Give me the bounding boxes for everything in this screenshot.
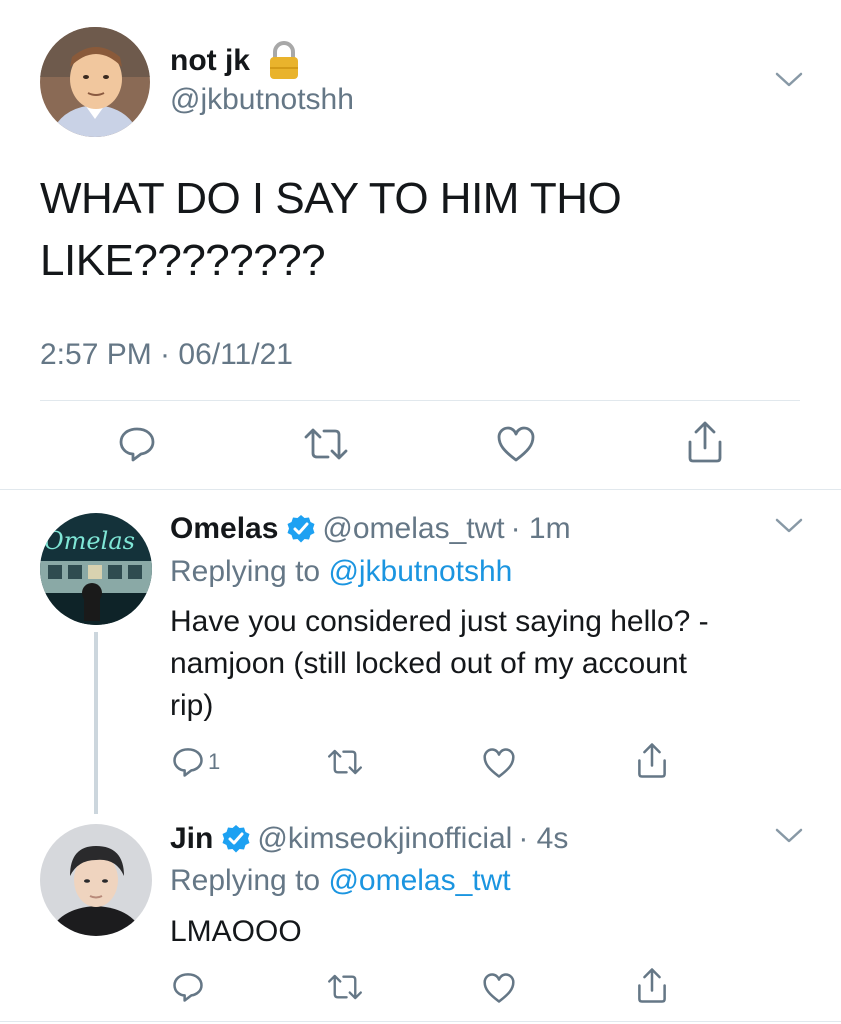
avatar-image	[40, 27, 150, 137]
reply-icon[interactable]	[172, 971, 204, 1008]
share-icon[interactable]	[686, 420, 724, 469]
avatar-text: Omelas	[44, 527, 135, 555]
reply-count: 1	[208, 749, 221, 774]
thread-line	[94, 632, 98, 814]
replying-to-label: Replying to	[170, 864, 329, 897]
reply-avatar[interactable]	[40, 824, 152, 936]
like-icon[interactable]	[482, 972, 516, 1009]
divider	[0, 1021, 841, 1022]
author-name[interactable]: not jk	[170, 44, 250, 78]
verified-badge-icon	[286, 514, 316, 544]
retweet-icon[interactable]	[302, 425, 350, 468]
verified-badge-icon	[221, 824, 251, 854]
reply-author-name[interactable]: Jin	[170, 822, 213, 856]
reply-button[interactable]: 1	[172, 746, 220, 778]
reply-text-line1: LMAOOO	[170, 915, 302, 948]
chevron-down-icon[interactable]	[775, 72, 803, 93]
chevron-down-icon[interactable]	[775, 518, 803, 539]
tweet-text-line1: WHAT DO I SAY TO HIM THO	[40, 174, 622, 223]
retweet-icon[interactable]	[326, 972, 364, 1007]
replying-to-handle-link[interactable]: @jkbutnotshh	[328, 555, 512, 588]
author-handle[interactable]: @jkbutnotshh	[170, 83, 354, 117]
divider	[40, 400, 800, 401]
reply-time[interactable]: · 1m	[511, 512, 571, 546]
reply-text-line3: rip)	[170, 689, 214, 722]
replying-to-handle-link[interactable]: @omelas_twt	[328, 864, 510, 897]
avatar-image	[40, 824, 152, 936]
replying-to: Replying to @omelas_twt	[170, 864, 511, 898]
retweet-icon[interactable]	[326, 747, 364, 782]
reply-text-line1: Have you considered just saying hello? -	[170, 605, 709, 638]
reply-author-handle[interactable]: @omelas_twt	[322, 512, 504, 546]
reply-text-line2: namjoon (still locked out of my account	[170, 647, 687, 680]
avatar-image: Omelas	[40, 513, 152, 625]
share-icon[interactable]	[636, 967, 668, 1009]
reply-author-name[interactable]: Omelas	[170, 512, 278, 546]
lock-icon	[267, 40, 301, 87]
replying-to: Replying to @jkbutnotshh	[170, 555, 512, 589]
reply-author-handle[interactable]: @kimseokjinofficial	[257, 822, 512, 856]
like-icon[interactable]	[496, 425, 536, 468]
reply-time[interactable]: · 4s	[518, 822, 568, 856]
reply-header: Jin @kimseokjinofficial · 4s	[170, 822, 568, 856]
chevron-down-icon[interactable]	[775, 828, 803, 849]
tweet-timestamp[interactable]: 2:57 PM · 06/11/21	[40, 338, 293, 372]
reply-icon	[172, 746, 204, 778]
reply-avatar[interactable]: Omelas	[40, 513, 152, 625]
reply-header: Omelas @omelas_twt · 1m	[170, 512, 571, 546]
replying-to-label: Replying to	[170, 555, 329, 588]
author-avatar[interactable]	[40, 27, 150, 137]
tweet-text-line2: LIKE????????	[40, 236, 326, 285]
divider	[0, 489, 841, 490]
share-icon[interactable]	[636, 742, 668, 784]
like-icon[interactable]	[482, 747, 516, 784]
reply-icon[interactable]	[118, 425, 156, 468]
